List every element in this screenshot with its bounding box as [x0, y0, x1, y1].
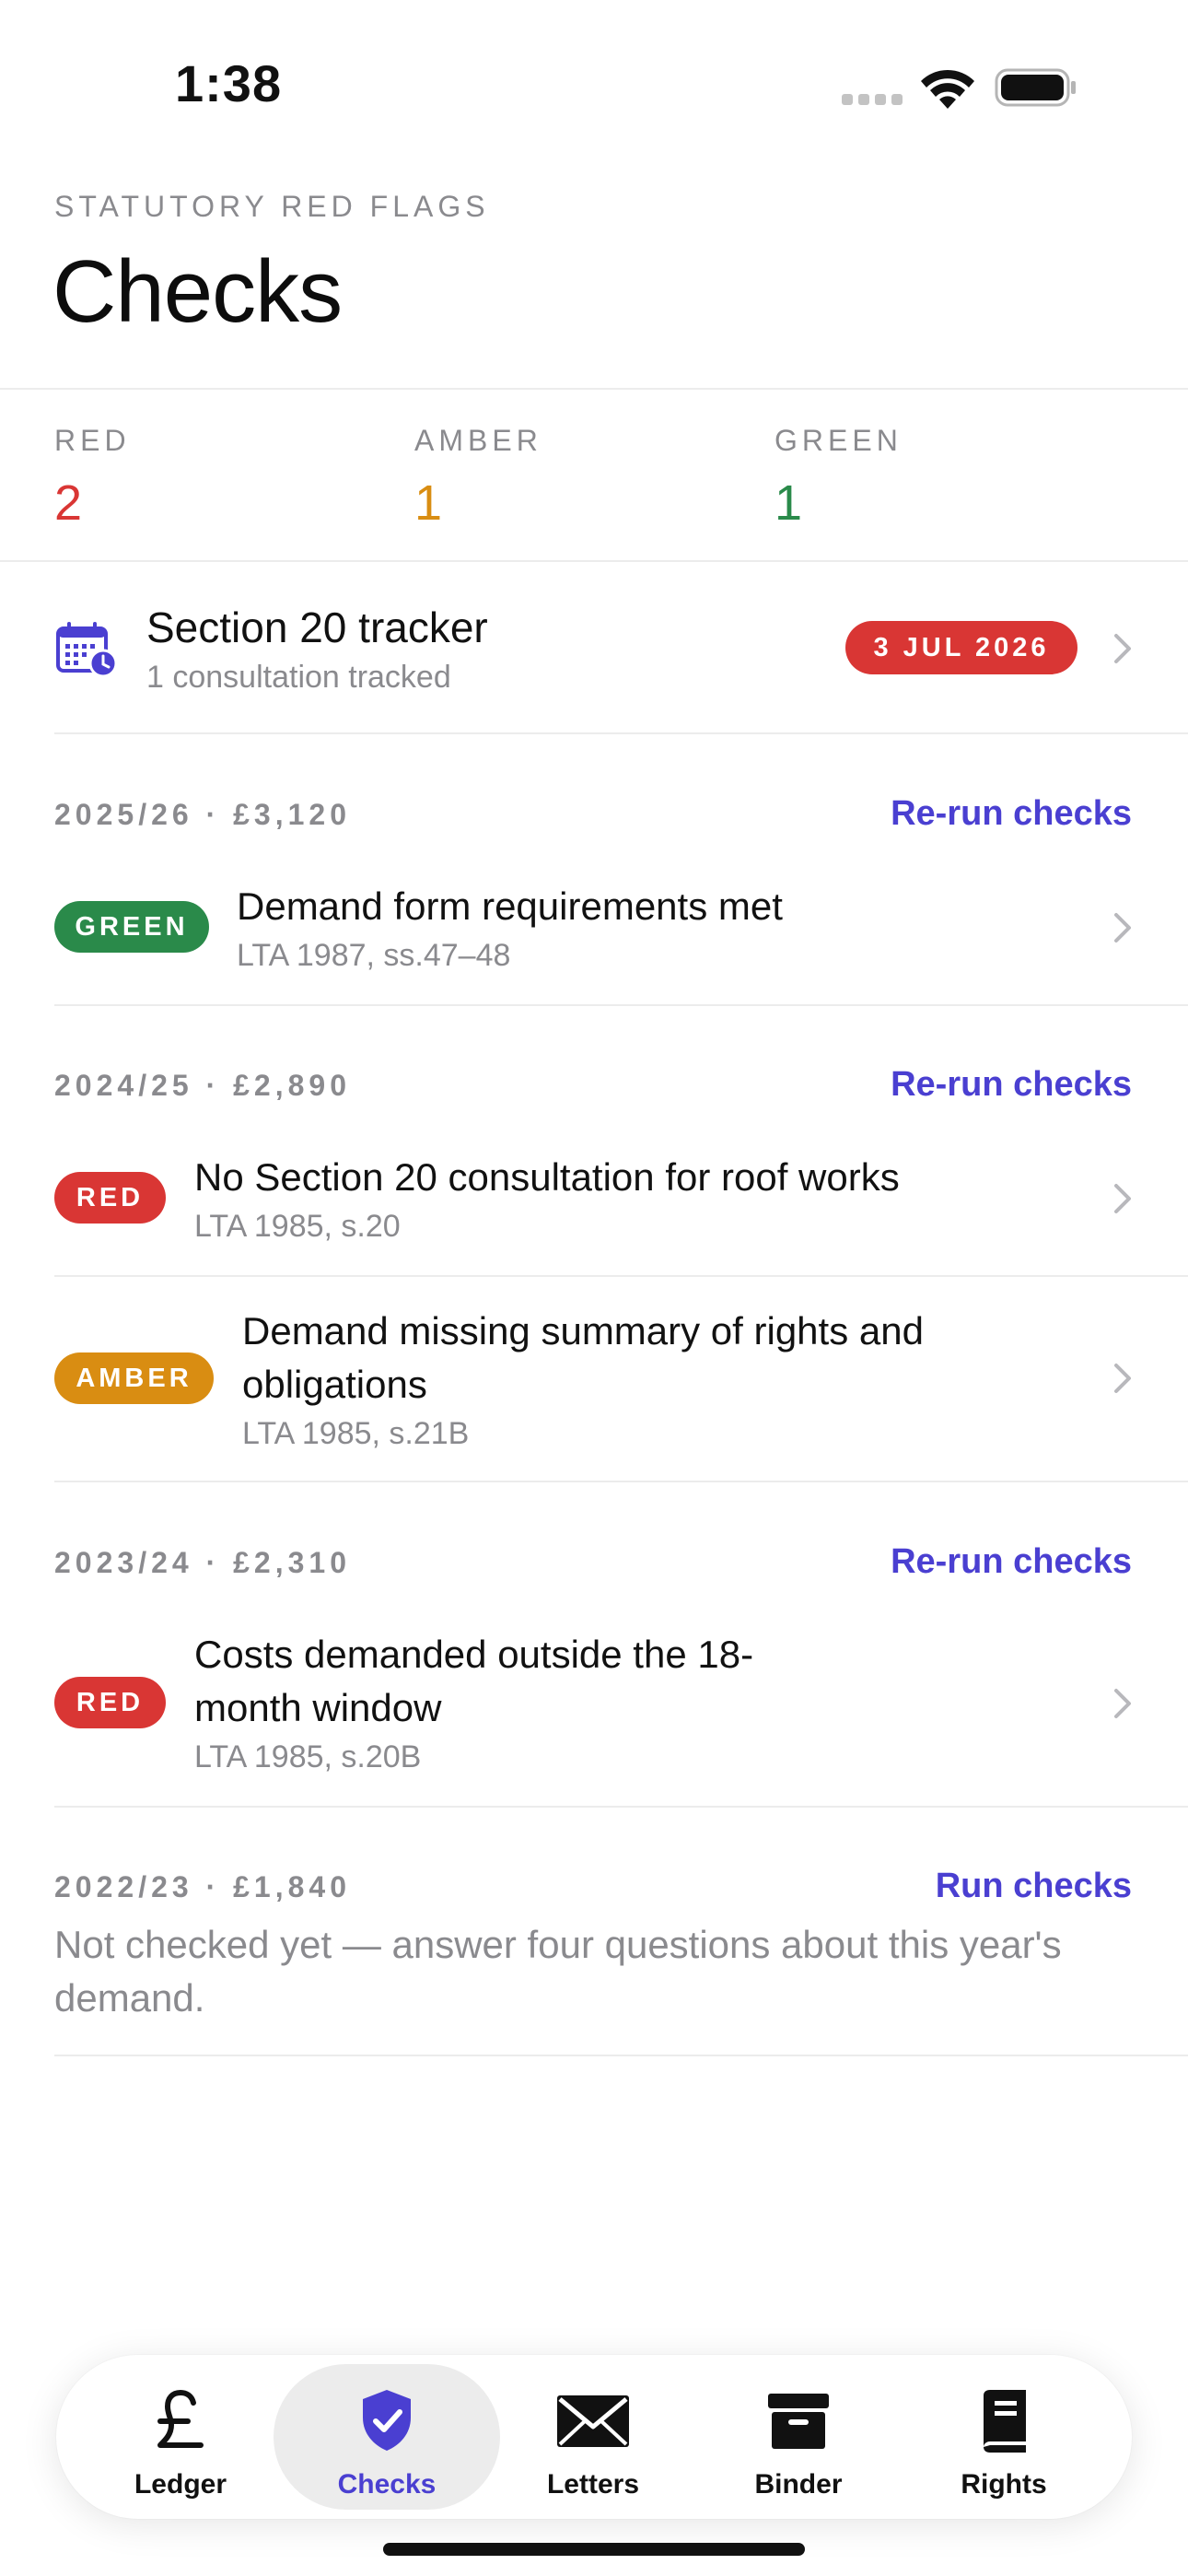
tab-binder[interactable]: Binder: [685, 2364, 912, 2510]
count-green-label: GREEN: [775, 424, 903, 457]
archive-box-icon: [768, 2394, 829, 2449]
tab-label: Rights: [961, 2469, 1047, 2500]
count-amber: AMBER 1: [414, 424, 542, 532]
item-divider: [54, 1275, 1188, 1277]
section20-subtitle: 1 consultation tracked: [146, 660, 451, 695]
status-badge-red: RED: [54, 1677, 166, 1728]
cellular-signal-icon: [842, 94, 903, 105]
rerun-checks-button-2023-24[interactable]: Re-run checks: [891, 1542, 1132, 1582]
wifi-icon: [921, 69, 974, 109]
year-divider: [54, 1481, 1188, 1482]
rerun-checks-button-2025-26[interactable]: Re-run checks: [891, 794, 1132, 834]
tab-rights[interactable]: Rights: [891, 2364, 1117, 2510]
count-red-label: RED: [54, 424, 131, 457]
page-eyebrow: STATUTORY RED FLAGS: [54, 190, 490, 223]
status-badge-green: GREEN: [54, 901, 209, 953]
check-item-title: No Section 20 consultation for roof work…: [194, 1155, 900, 1199]
status-badge-red: RED: [54, 1172, 166, 1224]
year-divider: [54, 1004, 1188, 1006]
check-item-title-line-1: Demand missing summary of rights and: [242, 1309, 924, 1352]
count-green-value: 1: [775, 475, 803, 531]
chevron-right-icon: [1111, 632, 1135, 665]
check-item-title-line-1: Costs demanded outside the 18-: [194, 1633, 754, 1676]
year-header-2024-25: 2024/25 · £2,890: [54, 1069, 351, 1102]
shield-check-icon: [363, 2390, 411, 2451]
section20-divider: [54, 732, 1188, 734]
count-red-value: 2: [54, 475, 83, 531]
rerun-checks-button-2024-25[interactable]: Re-run checks: [891, 1065, 1132, 1105]
status-bar: 1:38: [0, 0, 1188, 175]
check-item-reference: LTA 1985, s.21B: [242, 1416, 470, 1451]
year-header-2025-26: 2025/26 · £3,120: [54, 798, 351, 831]
section20-date-badge: 3 JUL 2026: [845, 621, 1077, 674]
count-amber-value: 1: [414, 475, 443, 531]
envelope-icon: [557, 2395, 629, 2447]
year-divider: [54, 1806, 1188, 1808]
calendar-clock-icon: [56, 622, 118, 678]
run-checks-button-2022-23[interactable]: Run checks: [936, 1867, 1132, 1906]
tab-ledger[interactable]: Ledger: [67, 2364, 294, 2510]
count-green: GREEN 1: [775, 424, 903, 532]
counts-divider: [0, 560, 1188, 562]
check-item-title-line-2: obligations: [242, 1363, 427, 1406]
tab-label: Ledger: [134, 2469, 227, 2500]
header-divider: [0, 388, 1188, 390]
year-header-2022-23: 2022/23 · £1,840: [54, 1870, 351, 1903]
year-header-2023-24: 2023/24 · £2,310: [54, 1546, 351, 1579]
section20-tracker-row[interactable]: Section 20 tracker 1 consultation tracke…: [0, 564, 1188, 730]
book-icon: [984, 2390, 1026, 2453]
chevron-right-icon: [1111, 1687, 1135, 1720]
tab-label: Binder: [754, 2469, 843, 2500]
battery-icon: [995, 68, 1076, 107]
status-badge-amber: AMBER: [54, 1352, 214, 1404]
not-checked-note: Not checked yet — answer four questions …: [54, 1923, 1062, 2020]
check-item-reference: LTA 1987, ss.47–48: [237, 938, 511, 973]
tab-bar: Ledger Checks Letters Binder Rights: [56, 2355, 1132, 2519]
chevron-right-icon: [1111, 1362, 1135, 1395]
chevron-right-icon: [1111, 1182, 1135, 1215]
check-item-title: Demand form requirements met: [237, 884, 783, 928]
count-amber-label: AMBER: [414, 424, 542, 457]
check-item-reference: LTA 1985, s.20B: [194, 1739, 422, 1774]
pound-icon: [157, 2390, 204, 2448]
section20-title: Section 20 tracker: [146, 603, 488, 651]
tab-label: Checks: [337, 2469, 437, 2500]
year-divider: [54, 2055, 1188, 2056]
check-item-reference: LTA 1985, s.20: [194, 1209, 401, 1244]
chevron-right-icon: [1111, 911, 1135, 944]
check-item-title-line-2: month window: [194, 1686, 442, 1729]
page-title: Checks: [52, 242, 343, 341]
tab-label: Letters: [546, 2469, 640, 2500]
count-red: RED 2: [54, 424, 131, 532]
tab-letters[interactable]: Letters: [480, 2364, 706, 2510]
home-indicator[interactable]: [383, 2543, 805, 2556]
status-time: 1:38: [175, 54, 283, 112]
tab-checks[interactable]: Checks: [274, 2364, 500, 2510]
